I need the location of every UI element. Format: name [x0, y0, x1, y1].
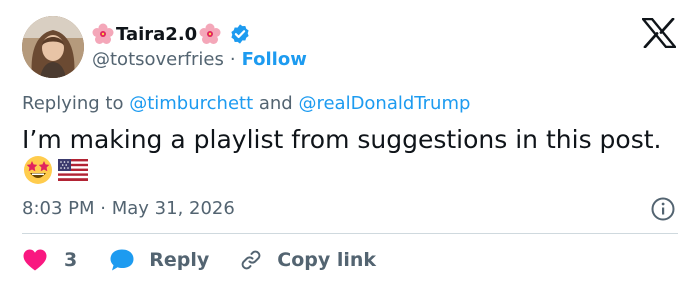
- author-handle-row: @totsoverfries · Follow: [92, 48, 307, 70]
- avatar-image: [22, 16, 84, 78]
- reply-context-conjunction: and: [253, 93, 299, 114]
- reply-label: Reply: [149, 249, 210, 271]
- mention-link[interactable]: @realDonaldTrump: [298, 93, 470, 114]
- tweet-text: I’m making a playlist from suggestions i…: [22, 125, 662, 154]
- separator-dot: ·: [229, 48, 236, 70]
- tweet-timestamp[interactable]: 8:03 PM · May 31, 2026: [22, 198, 235, 219]
- reply-bubble-icon: [110, 249, 134, 271]
- copy-link-label: Copy link: [277, 249, 377, 271]
- hibiscus-icon: [92, 23, 114, 44]
- author-handle[interactable]: @totsoverfries: [92, 49, 224, 70]
- tweet-time: 8:03 PM: [22, 198, 95, 219]
- like-button[interactable]: 3: [22, 248, 77, 272]
- display-name[interactable]: Taira2.0: [116, 24, 197, 45]
- reply-button[interactable]: Reply: [109, 248, 209, 272]
- author-name-row: Taira2.0: [92, 20, 251, 48]
- reply-context-prefix: Replying to: [22, 93, 130, 114]
- divider: [22, 233, 678, 234]
- info-icon[interactable]: [650, 196, 676, 222]
- link-icon: [241, 250, 261, 270]
- heart-icon: [23, 249, 47, 271]
- copy-link-button[interactable]: Copy link: [239, 248, 376, 272]
- like-count: 3: [64, 249, 78, 271]
- tweet-emojis: [22, 154, 88, 186]
- star-struck-emoji: [24, 156, 52, 184]
- verified-badge-icon: [231, 24, 249, 44]
- reply-context: Replying to @timburchett and @realDonald…: [22, 93, 470, 114]
- tweet-date: May 31, 2026: [111, 198, 235, 219]
- us-flag-emoji: [58, 159, 88, 181]
- avatar[interactable]: [22, 16, 84, 78]
- action-bar: 3 Reply Copy link: [22, 245, 376, 275]
- x-logo-icon[interactable]: [642, 18, 676, 48]
- separator-dot: ·: [100, 198, 106, 219]
- tweet-card: Taira2.0 @totsoverfries · Follow Replyin…: [0, 0, 700, 287]
- mention-link[interactable]: @timburchett: [129, 93, 253, 114]
- hibiscus-icon: [199, 23, 221, 44]
- follow-button[interactable]: Follow: [242, 49, 307, 70]
